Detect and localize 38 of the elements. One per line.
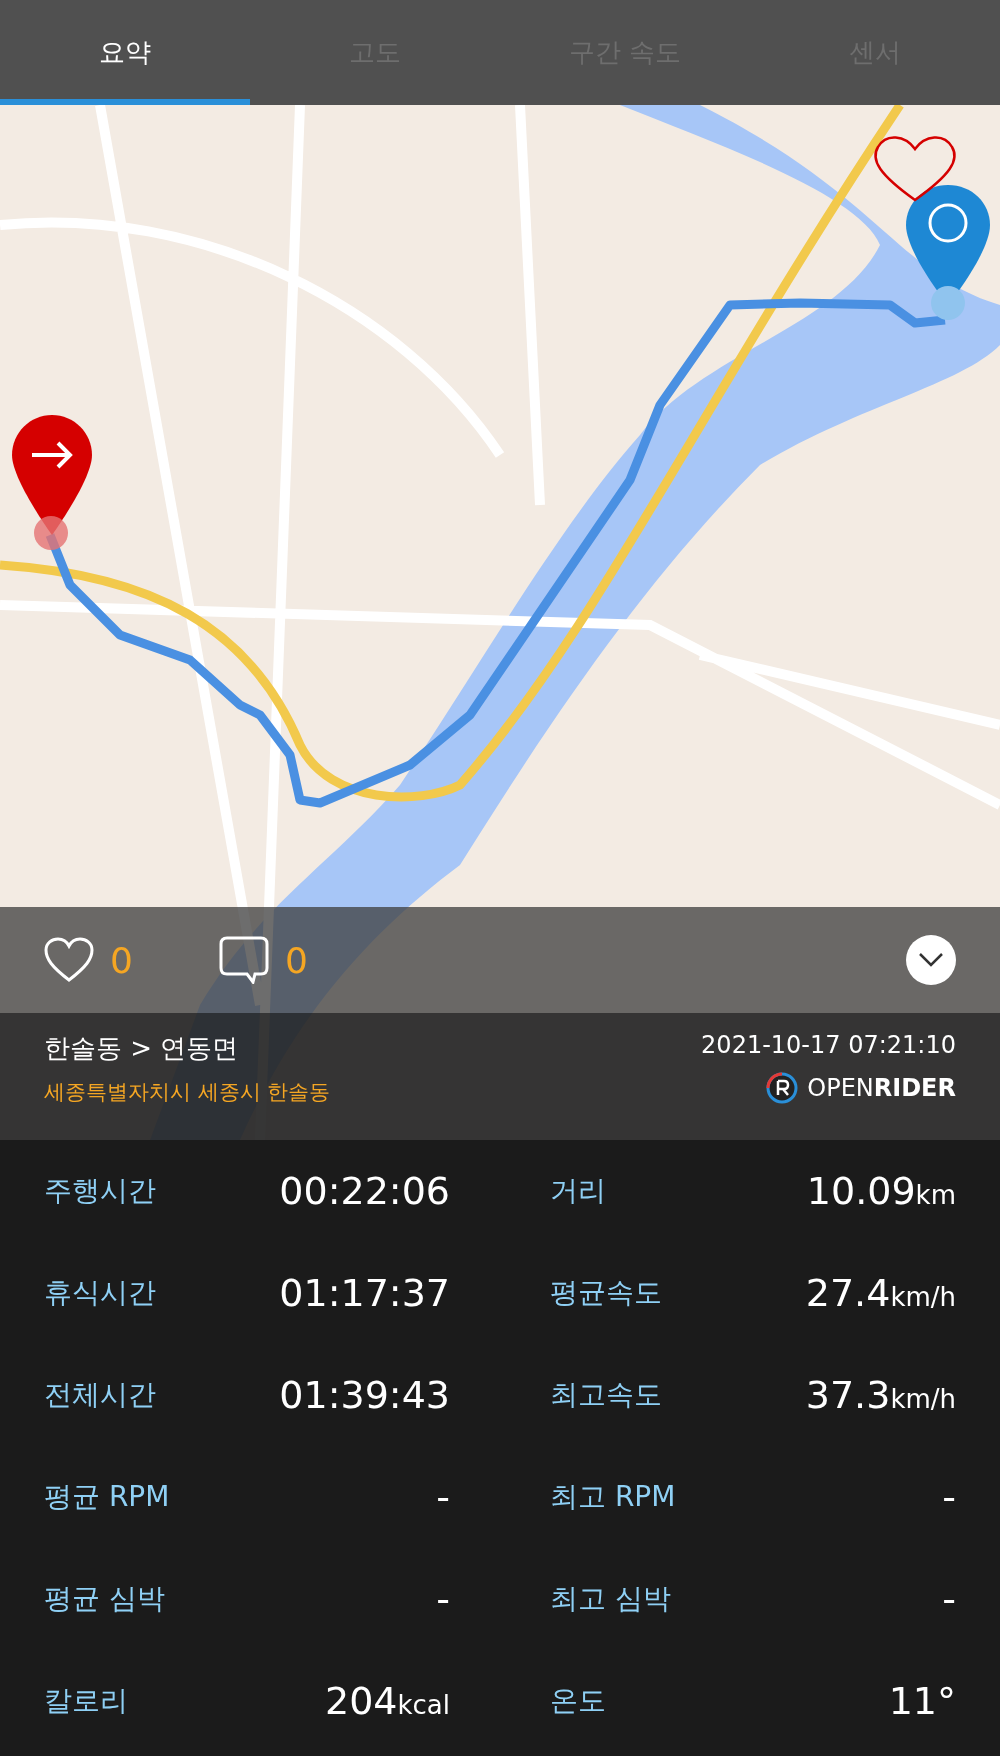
- stat-label: 휴식시간: [44, 1275, 156, 1311]
- stat-label: 최고 심박: [550, 1581, 671, 1617]
- start-pin-icon: [12, 415, 92, 550]
- chevron-down-icon: [918, 952, 944, 968]
- stat-label: 평균속도: [550, 1275, 662, 1311]
- logo-icon: [765, 1071, 800, 1105]
- stat-label: 온도: [550, 1683, 606, 1719]
- route-title: 한솔동 > 연동면: [44, 1032, 240, 1065]
- address-text: 세종특별자치시 세종시 한솔동: [44, 1079, 331, 1106]
- comment-icon[interactable]: [218, 936, 269, 984]
- stat-value: 27.4km/h: [805, 1271, 956, 1315]
- like-count: 0: [110, 939, 133, 981]
- stat-value: 01:17:37: [279, 1271, 450, 1315]
- stat-label: 주행시간: [44, 1173, 156, 1209]
- stat-value: -: [436, 1577, 450, 1621]
- stat-label: 전체시간: [44, 1377, 156, 1413]
- heart-icon: [874, 136, 956, 202]
- stat-value: -: [942, 1577, 956, 1621]
- stat-label: 거리: [550, 1173, 606, 1209]
- stat-value: 11°: [888, 1679, 956, 1723]
- stat-label: 평균 심박: [44, 1581, 165, 1617]
- stat-label: 평균 RPM: [44, 1479, 170, 1515]
- stat-label: 칼로리: [44, 1683, 128, 1719]
- stat-label: 최고속도: [550, 1377, 662, 1413]
- stat-value: -: [436, 1475, 450, 1519]
- heart-icon[interactable]: [44, 937, 94, 983]
- stat-value: 10.09km: [806, 1169, 956, 1213]
- brand-logo-text: OPENRIDER: [807, 1074, 956, 1102]
- stat-label: 최고 RPM: [550, 1479, 676, 1515]
- comment-count: 0: [284, 939, 308, 981]
- stat-value: 204kcal: [324, 1679, 450, 1723]
- stat-value: -: [942, 1475, 956, 1519]
- ride-datetime: 2021-10-17 07:21:10: [701, 1031, 956, 1059]
- stat-value: 37.3km/h: [805, 1373, 956, 1417]
- stat-value: 01:39:43: [279, 1373, 450, 1417]
- expand-button[interactable]: [906, 935, 956, 985]
- end-pin-icon: [906, 185, 990, 320]
- stat-value: 00:22:06: [279, 1169, 450, 1213]
